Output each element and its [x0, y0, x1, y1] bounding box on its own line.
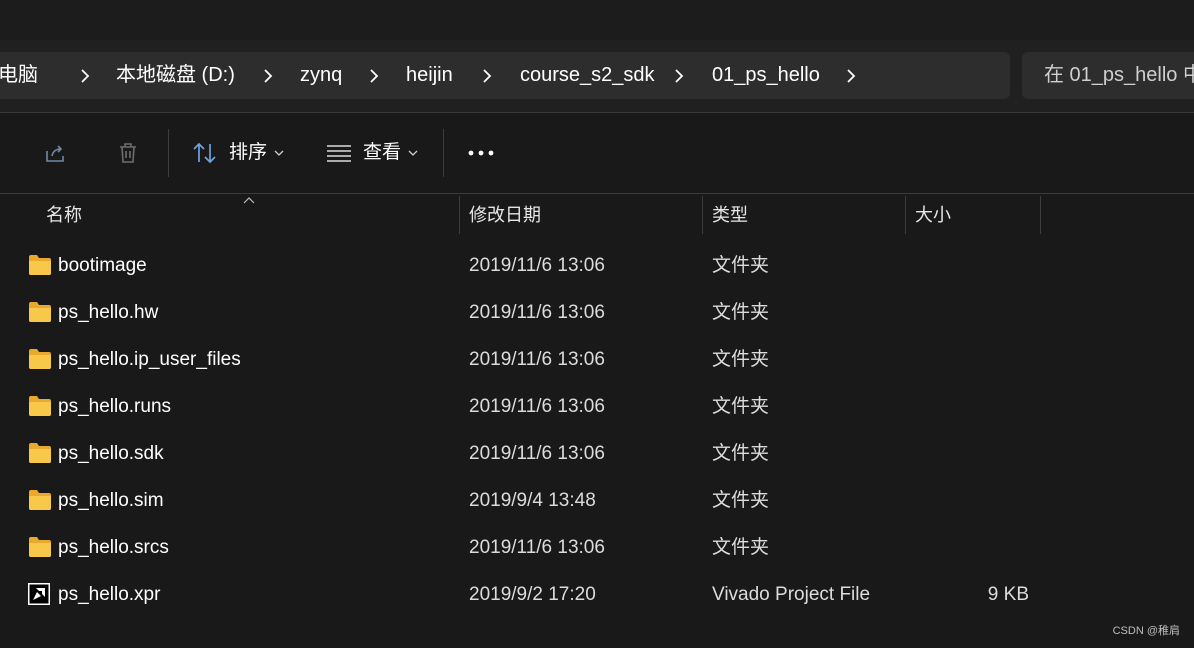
file-row[interactable]: bootimage 2019/11/6 13:06 文件夹 — [0, 242, 1194, 289]
chevron-right-icon[interactable] — [365, 67, 383, 85]
watermark: CSDN @稚肩 — [1112, 625, 1180, 637]
column-resize-handle[interactable] — [1040, 196, 1041, 234]
file-row[interactable]: ps_hello.runs 2019/11/6 13:06 文件夹 — [0, 383, 1194, 430]
breadcrumb-course-s2-sdk[interactable]: course_s2_sdk — [520, 52, 655, 99]
chevron-down-icon[interactable] — [407, 148, 419, 158]
search-input[interactable]: 在 01_ps_hello 中搜索 — [1022, 52, 1194, 99]
file-type: 文件夹 — [712, 255, 770, 276]
file-name: ps_hello.ip_user_files — [58, 349, 241, 370]
file-date: 2019/11/6 13:06 — [469, 302, 605, 323]
file-row[interactable]: ps_hello.sdk 2019/11/6 13:06 文件夹 — [0, 430, 1194, 477]
file-type: Vivado Project File — [712, 584, 871, 605]
column-header-type[interactable]: 类型 — [712, 194, 748, 236]
sort-ascending-icon — [243, 197, 255, 204]
delete-icon[interactable] — [116, 141, 140, 165]
toolbar-divider — [443, 129, 444, 177]
column-header-name[interactable]: 名称 — [46, 194, 82, 236]
share-icon[interactable] — [44, 141, 68, 165]
file-name: bootimage — [58, 255, 147, 276]
breadcrumb-drive-d[interactable]: 本地磁盘 (D:) — [116, 52, 235, 99]
file-date: 2019/9/4 13:48 — [469, 490, 596, 511]
chevron-right-icon[interactable] — [76, 67, 94, 85]
view-button[interactable]: 查看 — [363, 141, 401, 165]
file-date: 2019/11/6 13:06 — [469, 349, 605, 370]
folder-icon — [29, 396, 51, 416]
file-name: ps_hello.sdk — [58, 443, 164, 464]
file-date: 2019/11/6 13:06 — [469, 255, 605, 276]
sort-button[interactable]: 排序 — [229, 141, 267, 165]
sort-icon[interactable] — [192, 141, 218, 165]
file-date: 2019/11/6 13:06 — [469, 443, 605, 464]
file-name: ps_hello.xpr — [58, 584, 161, 605]
file-date: 2019/9/2 17:20 — [469, 584, 596, 605]
breadcrumb-zynq[interactable]: zynq — [300, 52, 342, 99]
file-type: 文件夹 — [712, 396, 770, 417]
folder-icon — [29, 443, 51, 463]
file-type: 文件夹 — [712, 490, 770, 511]
folder-icon — [29, 349, 51, 369]
file-row[interactable]: ps_hello.sim 2019/9/4 13:48 文件夹 — [0, 477, 1194, 524]
folder-icon — [29, 537, 51, 557]
file-type: 文件夹 — [712, 349, 770, 370]
breadcrumb-heijin[interactable]: heijin — [406, 52, 453, 99]
title-bar — [0, 0, 1194, 40]
column-resize-handle[interactable] — [459, 196, 460, 234]
folder-icon — [29, 302, 51, 322]
column-header-date[interactable]: 修改日期 — [469, 194, 541, 236]
column-header-size[interactable]: 大小 — [915, 194, 951, 236]
chevron-right-icon[interactable] — [259, 67, 277, 85]
chevron-down-icon[interactable] — [273, 148, 285, 158]
file-row[interactable]: ps_hello.ip_user_files 2019/11/6 13:06 文… — [0, 336, 1194, 383]
file-name: ps_hello.runs — [58, 396, 172, 417]
file-type: 文件夹 — [712, 302, 770, 323]
folder-icon — [29, 255, 51, 275]
address-bar: 此电脑 本地磁盘 (D:) zynq heijin course_s2_sdk … — [0, 40, 1194, 112]
file-row[interactable]: ps_hello.hw 2019/11/6 13:06 文件夹 — [0, 289, 1194, 336]
breadcrumb-01-ps-hello[interactable]: 01_ps_hello — [712, 52, 820, 99]
column-resize-handle[interactable] — [702, 196, 703, 234]
column-resize-handle[interactable] — [905, 196, 906, 234]
divider — [0, 193, 1194, 194]
file-name: ps_hello.hw — [58, 302, 159, 323]
view-icon[interactable] — [326, 143, 352, 163]
file-date: 2019/11/6 13:06 — [469, 537, 605, 558]
more-options-icon[interactable] — [467, 148, 495, 158]
breadcrumb-this-pc[interactable]: 此电脑 — [0, 52, 38, 99]
folder-icon — [29, 490, 51, 510]
breadcrumb[interactable]: 此电脑 本地磁盘 (D:) zynq heijin course_s2_sdk … — [0, 52, 1010, 99]
toolbar-divider — [168, 129, 169, 177]
file-name: ps_hello.sim — [58, 490, 164, 511]
chevron-right-icon[interactable] — [478, 67, 496, 85]
vivado-project-icon — [28, 583, 50, 605]
file-type: 文件夹 — [712, 443, 770, 464]
command-bar: 排序 查看 — [0, 113, 1194, 193]
search-placeholder: 在 01_ps_hello 中搜索 — [1044, 64, 1194, 86]
file-name: ps_hello.srcs — [58, 537, 169, 558]
file-size: 9 KB — [987, 584, 1029, 605]
file-row[interactable]: ps_hello.srcs 2019/11/6 13:06 文件夹 — [0, 524, 1194, 571]
chevron-right-icon[interactable] — [670, 67, 688, 85]
file-row[interactable]: ps_hello.xpr 2019/9/2 17:20 Vivado Proje… — [0, 571, 1194, 618]
file-type: 文件夹 — [712, 537, 770, 558]
chevron-right-icon[interactable] — [842, 67, 860, 85]
file-date: 2019/11/6 13:06 — [469, 396, 605, 417]
